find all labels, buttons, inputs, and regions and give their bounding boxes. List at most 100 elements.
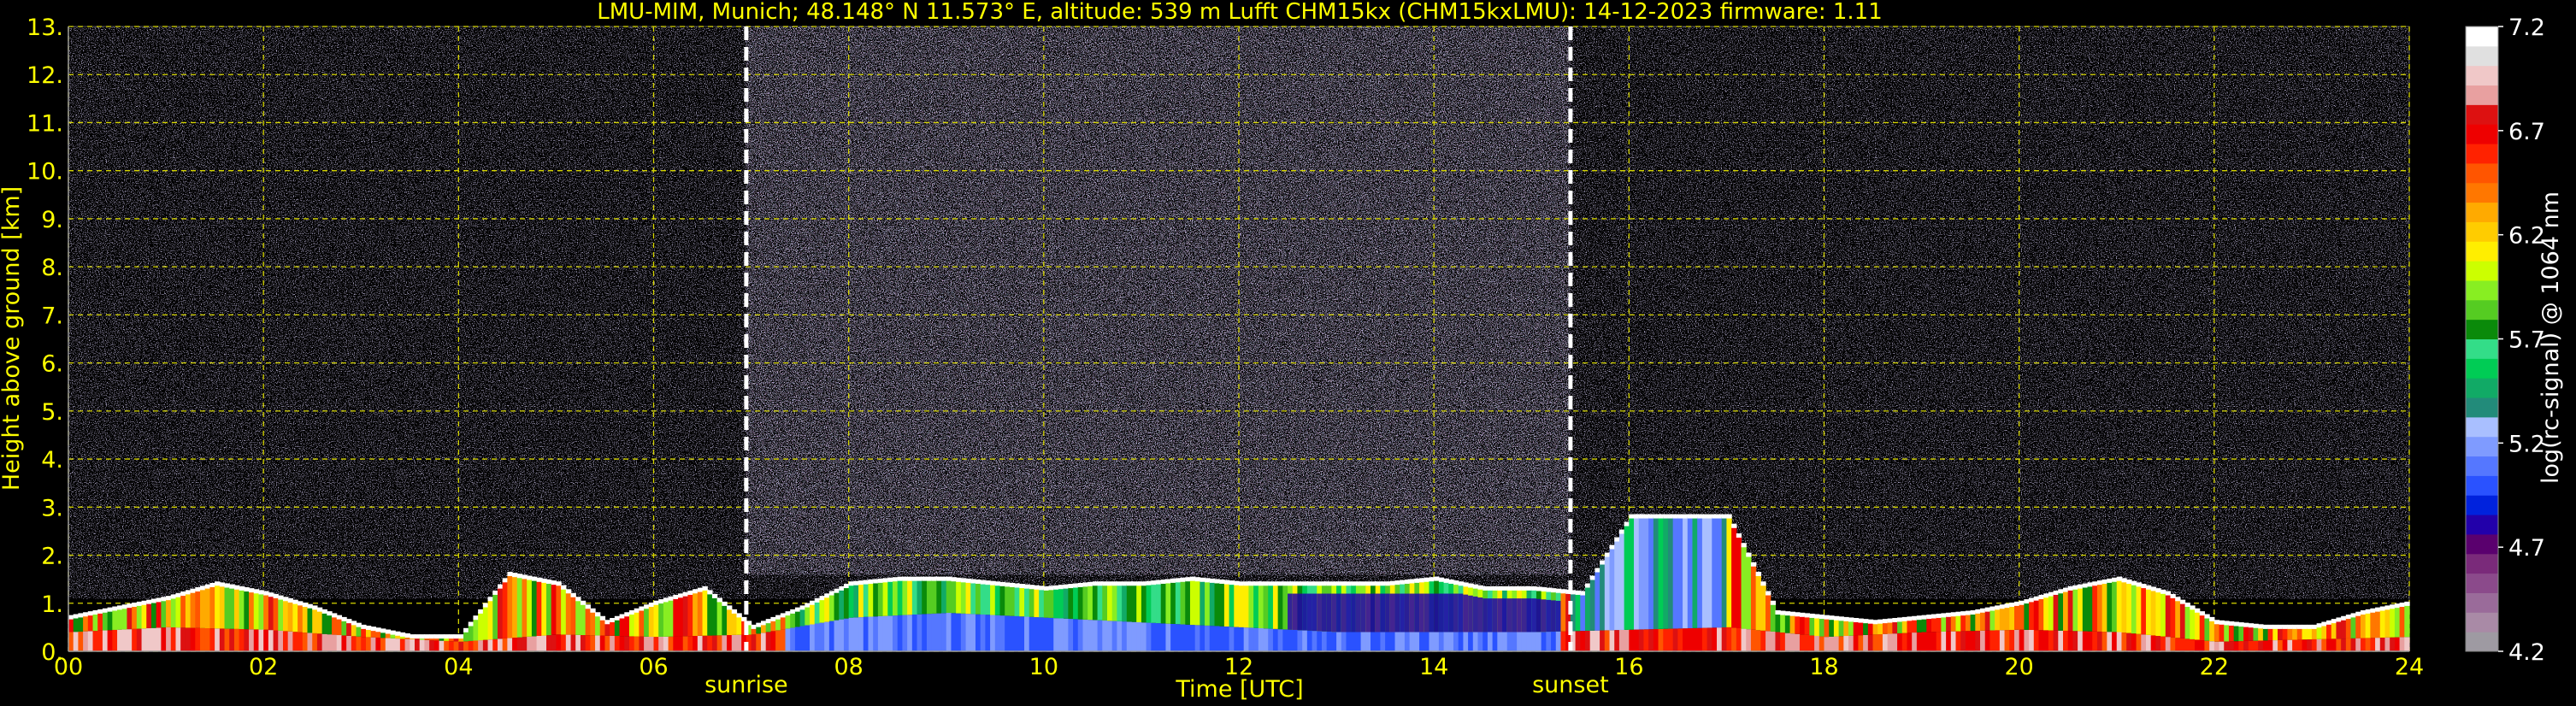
data-cell — [546, 635, 552, 651]
colorbar-segment — [2466, 299, 2498, 321]
data-cell — [327, 634, 333, 651]
data-cell — [117, 608, 123, 630]
data-cell — [1634, 516, 1640, 630]
data-cell — [1692, 514, 1698, 519]
data-cell — [1848, 620, 1854, 636]
data-cell — [1438, 632, 1445, 651]
data-cell — [2365, 609, 2371, 614]
data-cell — [1584, 583, 1591, 588]
data-cell — [2048, 591, 2054, 597]
data-cell — [1936, 632, 1942, 651]
data-cell — [258, 590, 264, 595]
data-cell — [258, 629, 264, 651]
data-cell — [1726, 514, 1732, 519]
x-tick-label: 10 — [1029, 654, 1058, 680]
data-cell — [853, 617, 859, 651]
data-cell — [760, 632, 767, 651]
data-cell — [1604, 555, 1611, 631]
data-cell — [1887, 621, 1893, 634]
data-cell — [1371, 632, 1376, 651]
data-cell — [1288, 629, 1294, 651]
data-cell — [1526, 598, 1532, 632]
data-cell — [1487, 585, 1494, 591]
data-cell — [590, 610, 596, 636]
data-cell — [1970, 613, 1976, 632]
data-cell — [1912, 632, 1918, 651]
data-cell — [302, 603, 309, 608]
data-cell — [136, 601, 143, 606]
data-cell — [1551, 631, 1557, 651]
data-cell — [551, 634, 557, 651]
data-cell — [682, 594, 689, 637]
data-cell — [273, 593, 279, 598]
data-cell — [1517, 632, 1523, 651]
data-cell — [2195, 639, 2201, 651]
data-cell — [439, 640, 445, 651]
data-cell — [2107, 580, 2113, 632]
data-cell — [1707, 627, 1712, 651]
data-cell — [556, 634, 562, 651]
data-cell — [1907, 619, 1913, 633]
data-cell — [1468, 583, 1474, 588]
data-cell — [1502, 585, 1508, 591]
data-cell — [2165, 637, 2172, 651]
data-cell — [1024, 584, 1030, 589]
data-cell — [1029, 616, 1035, 651]
data-cell — [1263, 628, 1269, 651]
data-cell — [614, 618, 621, 637]
data-cell — [2238, 622, 2244, 627]
data-cell — [1326, 631, 1332, 651]
data-cell — [585, 635, 591, 651]
data-cell — [624, 612, 630, 617]
data-cell — [1560, 591, 1566, 632]
data-cell — [185, 590, 192, 595]
data-cell — [790, 627, 796, 651]
data-cell — [361, 637, 367, 651]
data-cell — [1136, 581, 1142, 586]
data-cell — [527, 578, 533, 637]
data-cell — [1687, 514, 1694, 519]
data-cell — [1580, 593, 1586, 632]
data-cell — [1536, 598, 1542, 632]
data-cell — [1122, 621, 1128, 651]
data-cell — [1658, 516, 1664, 629]
data-cell — [1819, 615, 1825, 620]
data-cell — [141, 603, 147, 629]
data-cell — [1512, 632, 1518, 651]
data-cell — [2072, 585, 2078, 590]
data-cell — [516, 637, 523, 651]
data-cell — [346, 621, 352, 636]
data-cell — [361, 624, 367, 629]
data-cell — [604, 622, 610, 636]
data-cell — [970, 614, 976, 651]
data-cell — [1755, 572, 1761, 577]
data-cell — [863, 580, 869, 585]
data-cell — [1483, 632, 1488, 651]
data-cell — [595, 612, 601, 617]
sun-marker-label: sunset — [1532, 672, 1609, 698]
data-cell — [522, 577, 528, 638]
data-cell — [1409, 593, 1415, 632]
data-cell — [565, 634, 572, 651]
data-cell — [1506, 598, 1513, 632]
data-cell — [1867, 619, 1874, 624]
chart-title: LMU-MIM, Munich; 48.148° N 11.573° E, al… — [597, 0, 1882, 25]
data-cell — [2277, 624, 2284, 629]
data-cell — [395, 638, 401, 651]
data-cell — [502, 578, 508, 583]
data-cell — [1346, 593, 1352, 632]
data-cell — [1400, 632, 1406, 651]
data-cell — [229, 628, 235, 651]
data-cell — [531, 576, 538, 581]
data-cell — [1053, 618, 1059, 651]
data-cell — [1258, 581, 1264, 586]
data-cell — [1683, 516, 1689, 629]
data-cell — [224, 628, 230, 651]
data-cell — [2131, 583, 2137, 634]
data-cell — [2336, 638, 2342, 651]
data-cell — [282, 599, 289, 632]
data-cell — [1200, 577, 1205, 582]
data-cell — [507, 574, 513, 638]
data-cell — [1194, 577, 1200, 582]
data-cell — [887, 615, 893, 651]
